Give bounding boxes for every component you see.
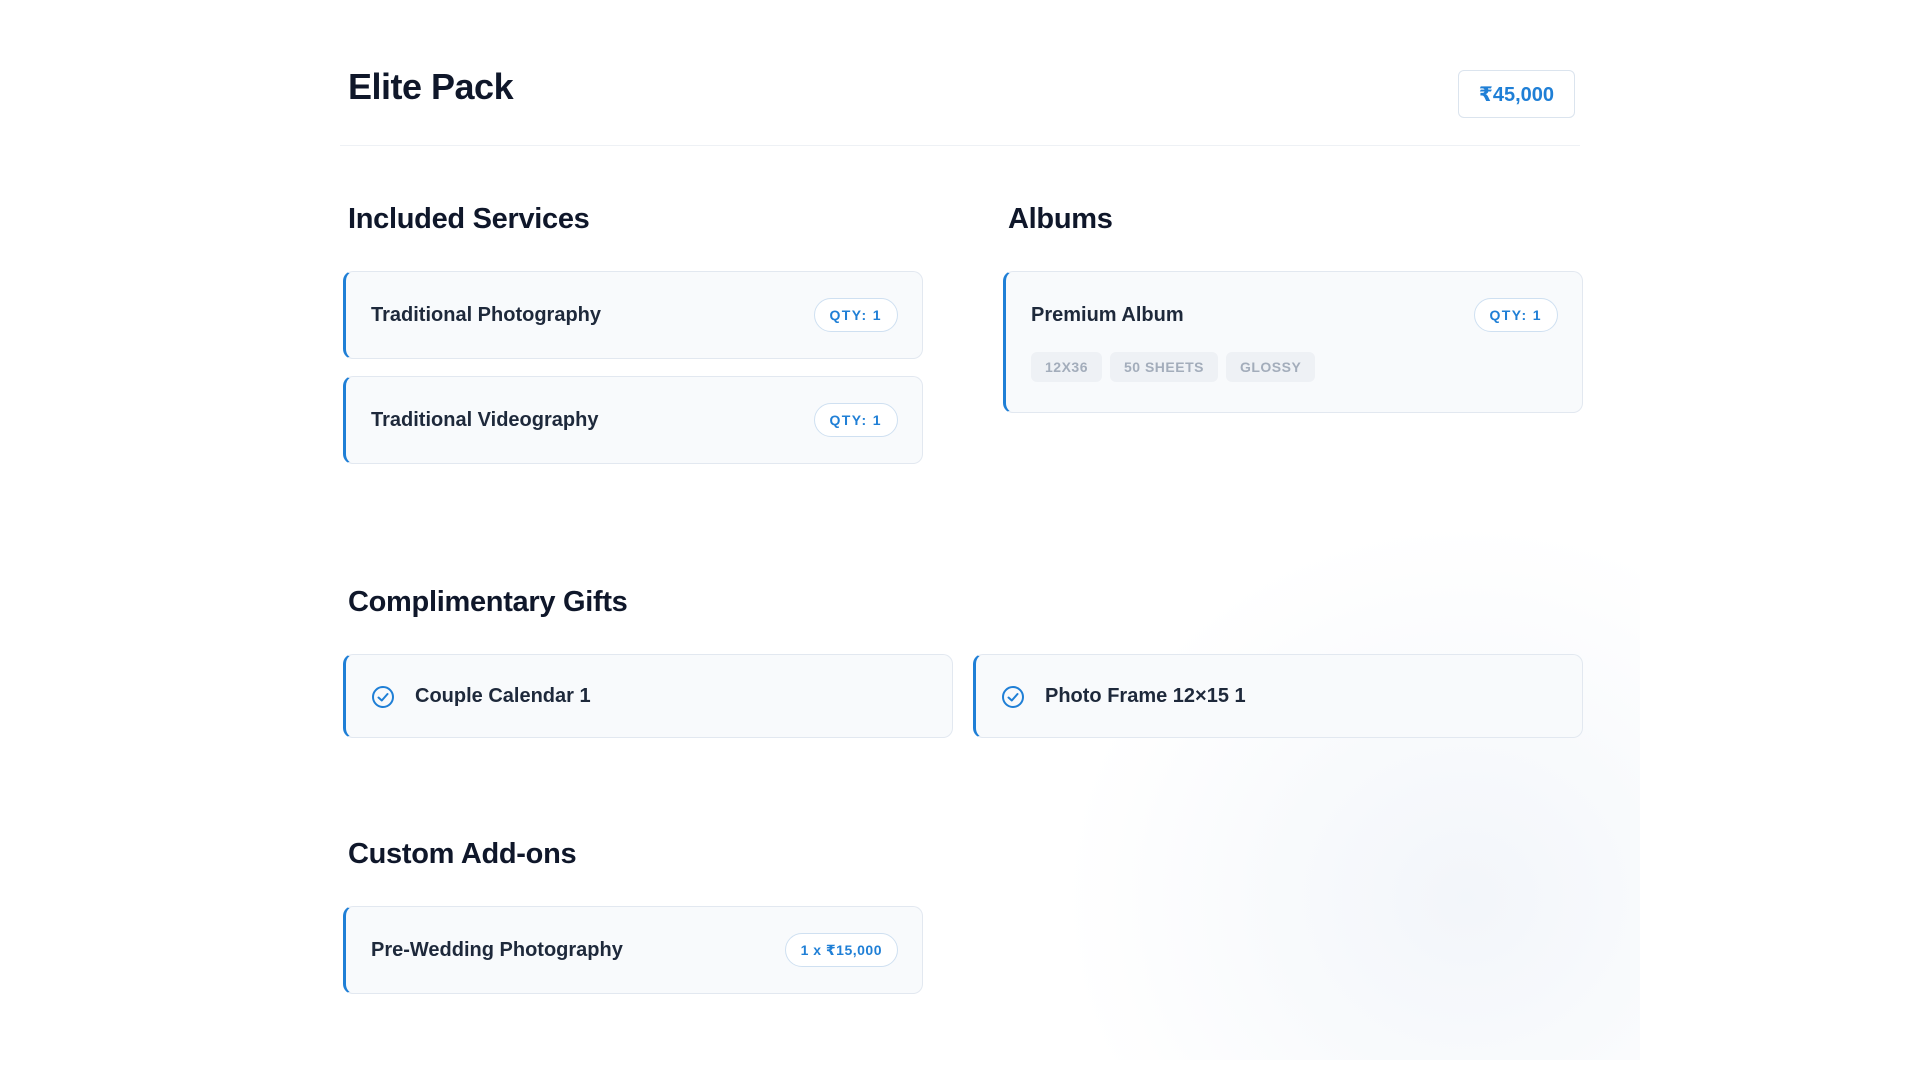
gift-card-calendar: Couple Calendar 1 [343,654,953,738]
gift-label: Photo Frame 12×15 1 [1045,685,1246,707]
service-qty-badge: QTY: 1 [813,298,898,332]
addon-card-pre-wedding: Pre-Wedding Photography 1 x ₹15,000 [343,906,923,994]
service-label: Traditional Photography [371,304,602,326]
service-qty-badge: QTY: 1 [813,403,898,437]
addon-label: Pre-Wedding Photography [371,939,623,961]
service-card-videography: Traditional Videography QTY: 1 [343,376,923,464]
custom-addons-title: Custom Add-ons [348,838,577,870]
album-tag-finish: GLOSSY [1225,352,1316,382]
album-qty-badge: QTY: 1 [1473,298,1558,332]
album-tags: 12X36 50 SHEETS GLOSSY [1031,352,1323,382]
included-services-title: Included Services [348,203,590,235]
package-title: Elite Pack [348,66,514,107]
package-header: Elite Pack ₹45,000 [340,0,1580,146]
album-tag-sheets: 50 SHEETS [1109,352,1218,382]
check-circle-icon [372,686,394,708]
service-label: Traditional Videography [371,409,599,431]
complimentary-gifts-title: Complimentary Gifts [348,586,628,618]
package-container: Elite Pack ₹45,000 Included Services Tra… [340,0,1583,994]
background-decoration [1060,520,1640,1060]
gift-label: Couple Calendar 1 [415,685,591,707]
gift-card-photo-frame: Photo Frame 12×15 1 [973,654,1583,738]
album-tag-size: 12X36 [1031,352,1102,382]
check-circle-icon [1002,686,1024,708]
package-details-page: Elite Pack ₹45,000 Included Services Tra… [0,0,1920,1080]
album-card-premium: Premium Album QTY: 1 12X36 50 SHEETS GLO… [1003,271,1583,413]
albums-title: Albums [1008,203,1113,235]
package-price-badge: ₹45,000 [1457,70,1575,118]
service-card-photography: Traditional Photography QTY: 1 [343,271,923,359]
addon-price-badge: 1 x ₹15,000 [784,933,898,967]
album-label: Premium Album [1031,304,1184,326]
